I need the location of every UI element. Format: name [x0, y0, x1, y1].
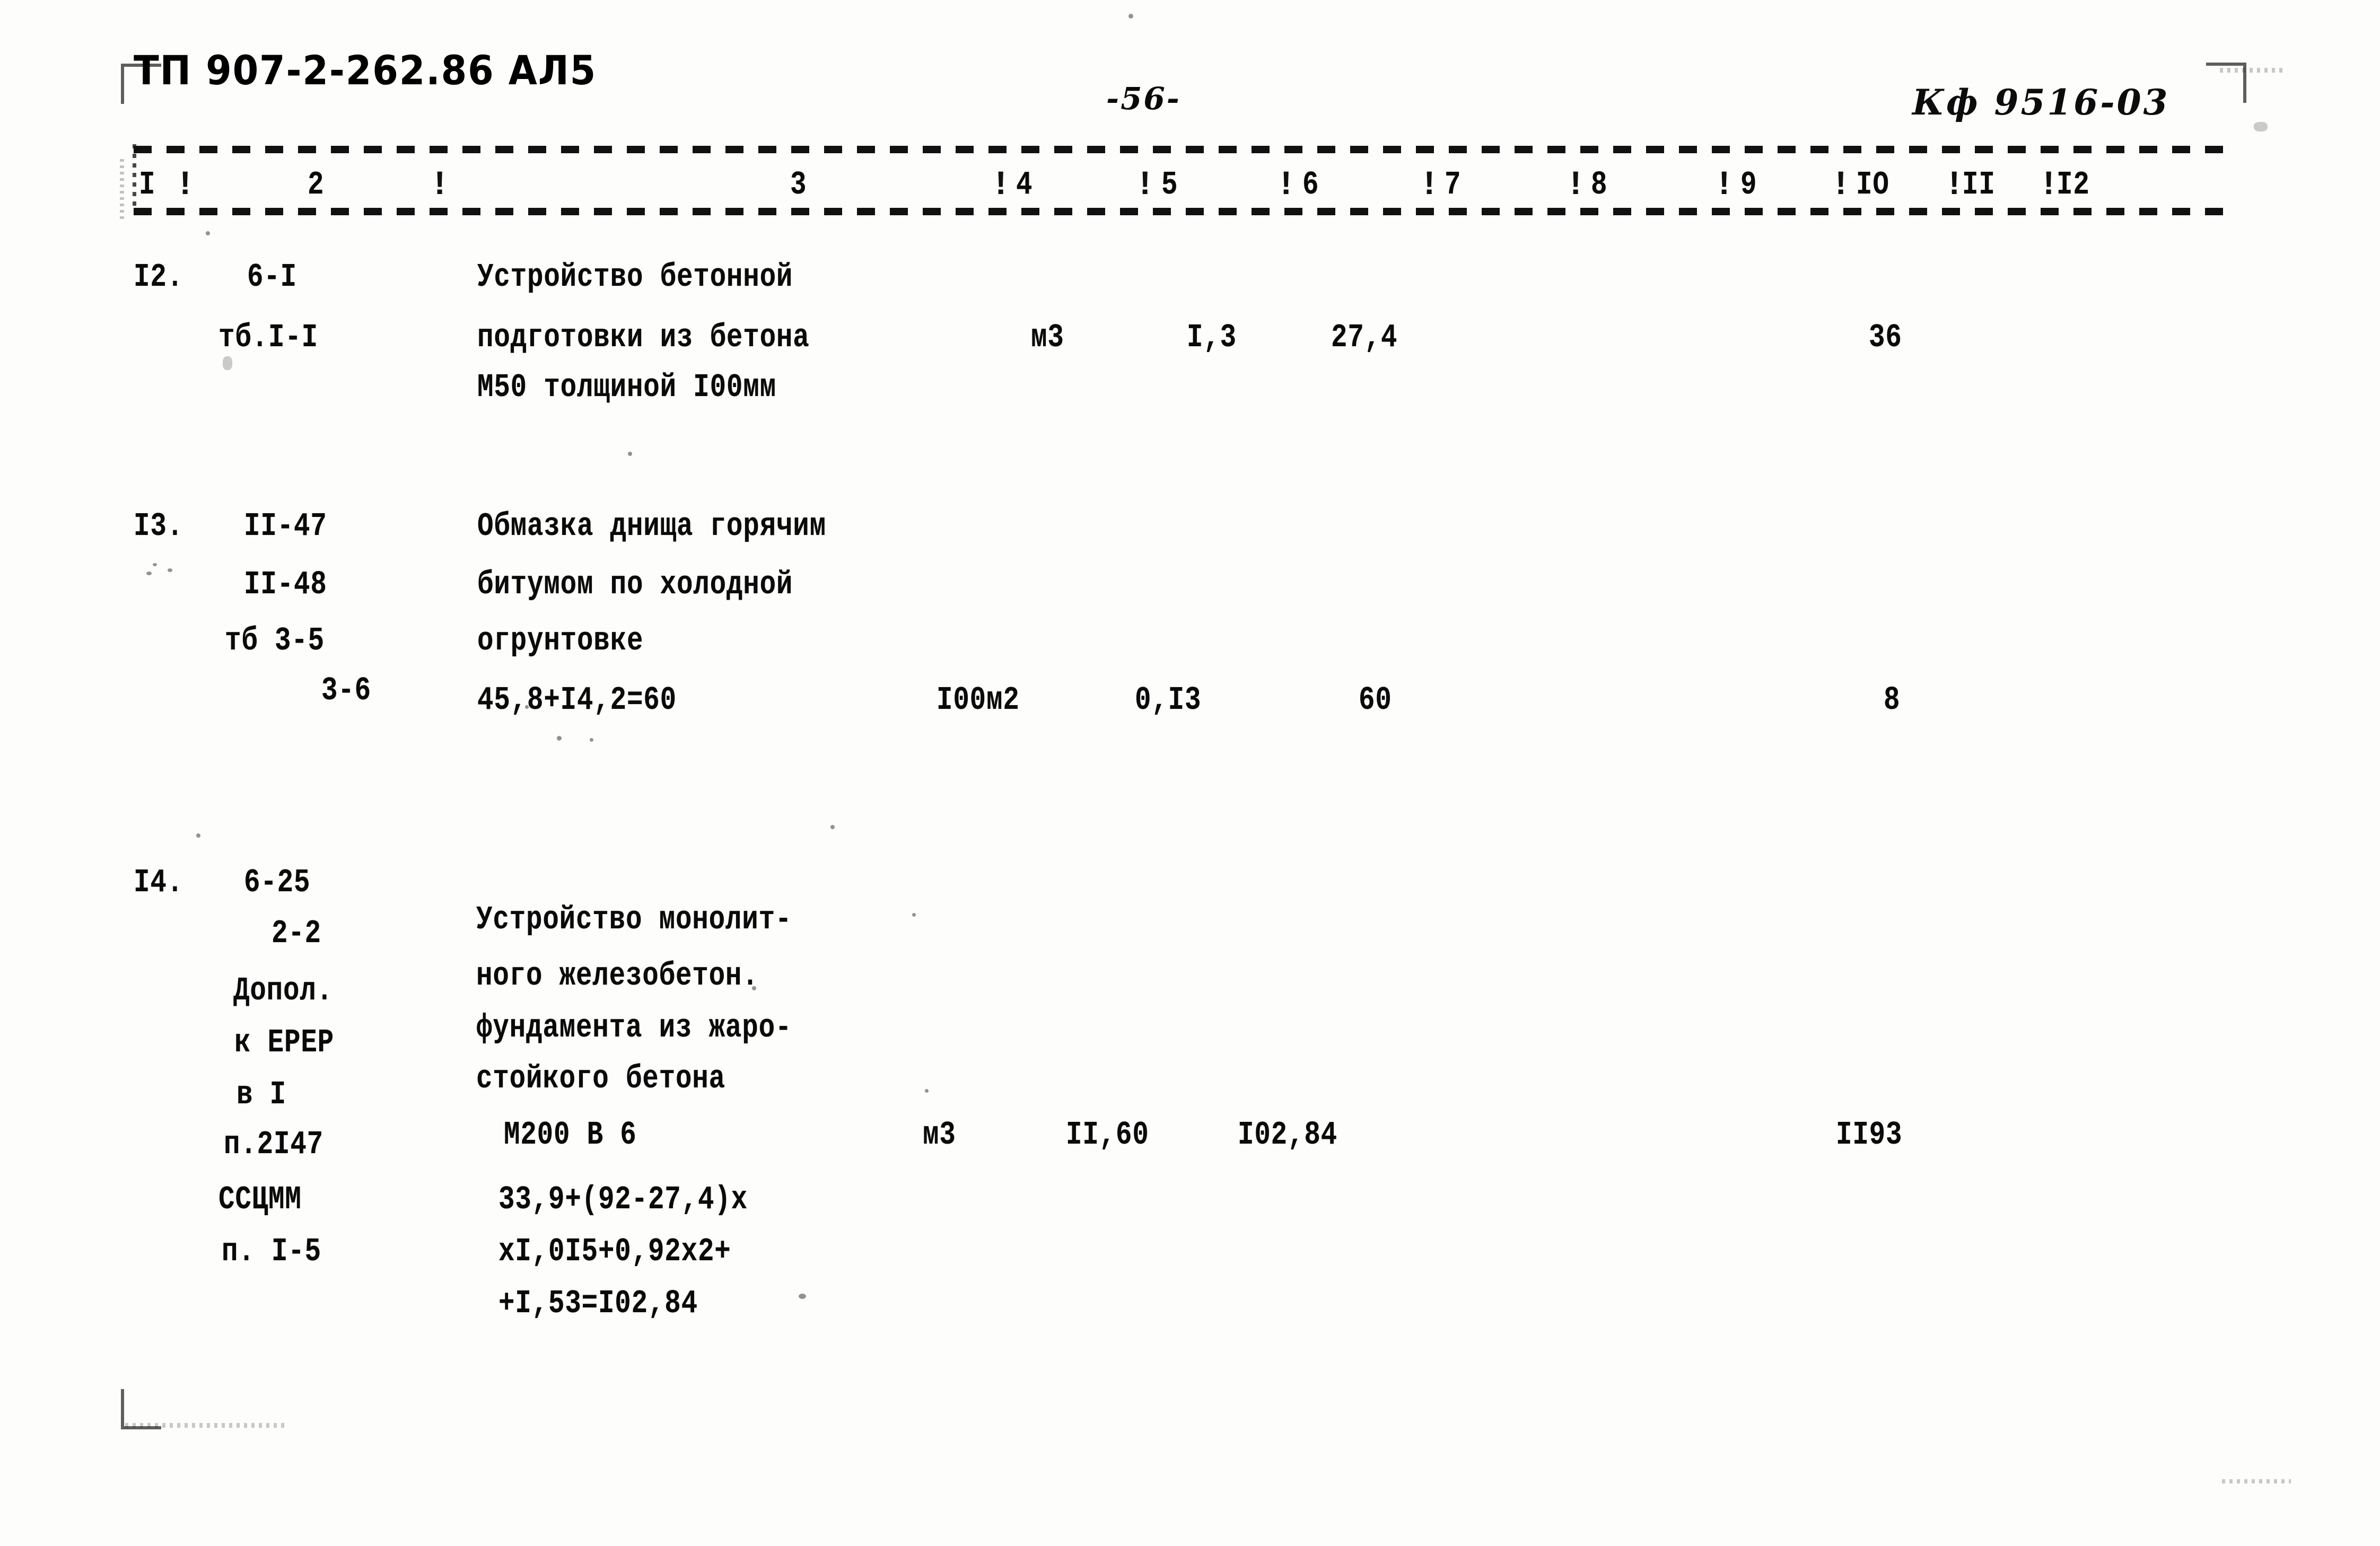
column-separator-11: !: [2038, 166, 2059, 205]
row-14-code-4: к ЕРЕР: [234, 1024, 334, 1061]
scan-edge-artifact-right-bottom: [2222, 1479, 2291, 1483]
row-12-col6-value: 27,4: [1331, 319, 1398, 356]
row-14-code-2: 2-2: [272, 915, 321, 952]
row-14-code-7: ССЦММ: [218, 1181, 302, 1218]
row-12-col5-value: I,3: [1187, 319, 1237, 356]
scan-speck: [830, 825, 835, 829]
column-separator-9: !: [1831, 166, 1851, 205]
table-rule-bottom: [134, 208, 2229, 215]
row-14-number: I4.: [134, 864, 183, 901]
row-14-description-line-1: Устройство монолит-: [476, 901, 792, 938]
scan-speck: [925, 1089, 929, 1093]
scan-speck: [525, 705, 529, 709]
row-12-number: I2.: [134, 258, 183, 296]
column-header-6: 6: [1302, 166, 1319, 204]
row-14-col6-value: I02,84: [1238, 1116, 1337, 1154]
column-separator-2: !: [430, 166, 450, 205]
column-header-4: 4: [1016, 166, 1033, 204]
row-14-description-line-5: М200 В 6: [504, 1116, 637, 1154]
scan-speck: [912, 913, 916, 917]
column-separator-5: !: [1276, 166, 1297, 205]
row-14-code-3: Допол.: [233, 972, 333, 1009]
scan-edge-artifact-left: [120, 159, 124, 223]
row-12-unit: м3: [1031, 319, 1064, 356]
column-header-11: II: [1962, 166, 1996, 204]
table-rule-top: [134, 146, 2229, 153]
table-left-tick: [133, 144, 136, 211]
row-13-code-3: тб 3-5: [225, 622, 325, 660]
document-series-code: ТП 907-2-262.86 АЛ5: [134, 47, 597, 94]
page-number: -56-: [1106, 81, 1181, 117]
scan-speck: [206, 231, 210, 235]
archive-stamp-code: Кф 9516-03: [1912, 82, 2170, 123]
row-12-col9-value: 36: [1869, 319, 1902, 356]
row-14-description-line-2: ного железобетон.: [476, 957, 759, 995]
row-12-description-line-1: Устройство бетонной: [477, 258, 793, 296]
column-header-1: I: [139, 166, 156, 204]
scan-edge-artifact-top-right: [2220, 68, 2283, 73]
column-separator-10: !: [1944, 166, 1965, 205]
column-separator-3: !: [991, 166, 1011, 205]
column-header-9: 9: [1740, 166, 1757, 204]
scan-edge-artifact-bottom: [125, 1423, 284, 1428]
column-header-12: I2: [2057, 166, 2090, 204]
scan-speck: [628, 452, 632, 456]
column-header-10: IO: [1856, 166, 1889, 204]
row-14-calculation-line-2: хI,0I5+0,92х2+: [498, 1233, 731, 1270]
row-13-number: I3.: [134, 507, 183, 545]
column-separator-7: !: [1565, 166, 1586, 205]
row-14-code-8: п. I-5: [222, 1233, 321, 1270]
row-13-description-line-1: Обмазка днища горячим: [477, 507, 826, 545]
row-14-calculation-line-1: 33,9+(92-27,4)х: [498, 1181, 748, 1218]
row-13-code-2: II-48: [244, 566, 327, 603]
row-13-code-4: 3-6: [321, 672, 371, 709]
row-14-code-1: 6-25: [244, 864, 311, 901]
row-13-col9-value: 8: [1884, 681, 1901, 719]
scan-speck: [557, 736, 562, 741]
row-14-description-line-3: фундамента из жаро-: [476, 1009, 792, 1047]
column-separator-6: !: [1419, 166, 1440, 205]
column-separator-8: !: [1714, 166, 1735, 205]
row-12-code-2: тб.I-I: [218, 319, 318, 356]
row-14-col5-value: II,60: [1066, 1116, 1149, 1154]
row-12-description-line-3: М50 толщиной I00мм: [477, 368, 776, 406]
row-13-description-line-2: битумом по холодной: [477, 566, 793, 603]
scan-speck: [752, 986, 756, 990]
scan-speck: [168, 568, 172, 572]
scan-speck: [153, 563, 157, 566]
row-14-calculation-line-3: +I,53=I02,84: [498, 1285, 698, 1322]
column-header-2: 2: [308, 166, 325, 204]
row-13-unit: I00м2: [937, 681, 1020, 719]
scan-smudge: [223, 356, 232, 370]
row-13-code-1: II-47: [244, 507, 327, 545]
row-12-code-1: 6-I: [247, 258, 297, 296]
scan-speck: [196, 833, 200, 838]
row-12-description-line-2: подготовки из бетона: [477, 319, 810, 356]
column-header-5: 5: [1161, 166, 1178, 204]
row-14-col9-value: II93: [1836, 1116, 1903, 1154]
row-14-code-6: п.2I47: [224, 1126, 323, 1163]
scan-speck: [1128, 14, 1133, 19]
row-13-col5-value: 0,I3: [1135, 681, 1202, 719]
row-13-calculation: 45,8+I4,2=60: [477, 681, 677, 719]
row-14-unit: м3: [923, 1116, 956, 1154]
scan-speck: [799, 1294, 806, 1299]
scan-speck: [146, 572, 152, 575]
scan-smudge: [2254, 122, 2268, 131]
column-header-8: 8: [1591, 166, 1608, 204]
column-header-7: 7: [1445, 166, 1462, 204]
column-separator-1: !: [175, 166, 196, 205]
row-13-description-line-3: огрунтовке: [477, 622, 644, 660]
row-14-description-line-4: стойкого бетона: [476, 1060, 725, 1097]
column-separator-4: !: [1135, 166, 1156, 205]
column-header-3: 3: [790, 166, 807, 204]
scan-speck: [590, 738, 593, 742]
row-14-code-5: в I: [237, 1076, 286, 1113]
row-13-col6-value: 60: [1359, 681, 1392, 719]
scanned-document-page: ТП 907-2-262.86 АЛ5 -56- Кф 9516-03 I ! …: [0, 0, 2380, 1546]
